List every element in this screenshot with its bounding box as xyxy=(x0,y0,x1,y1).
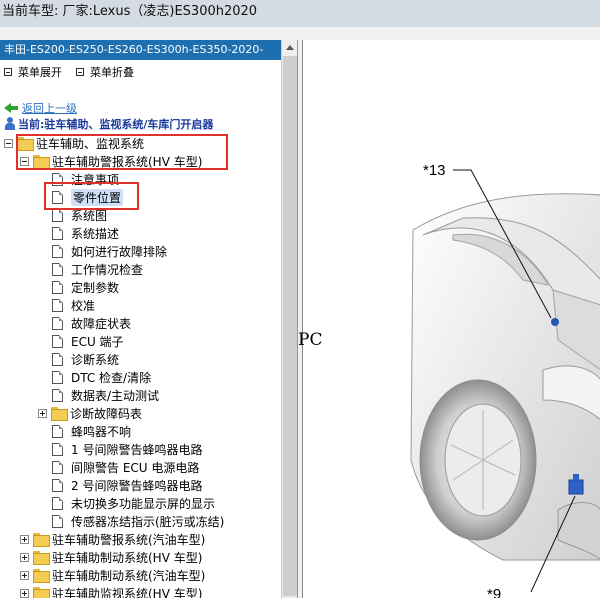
tree-item-label: 传感器冻结指示(脏污或冻结) xyxy=(71,514,225,529)
tree-item-label: 如何进行故障排除 xyxy=(71,244,168,259)
expand-plus-icon[interactable] xyxy=(38,408,47,418)
document-icon xyxy=(52,280,63,294)
document-icon xyxy=(52,478,63,492)
tree-item-label: 诊断系统 xyxy=(71,352,120,367)
menu-toolbar: 菜单展开 菜单折叠 xyxy=(0,60,281,84)
tree-item[interactable]: 如何进行故障排除 xyxy=(52,242,167,260)
tree-item-label: 驻车辅助监视系统(HV 车型) xyxy=(52,586,203,598)
tree-folder[interactable]: 驻车辅助制动系统(汽油车型) xyxy=(20,566,205,584)
document-icon xyxy=(52,298,63,312)
scroll-thumb[interactable] xyxy=(283,56,297,596)
tree-item-label: 驻车辅助警报系统(汽油车型) xyxy=(52,532,206,547)
current-path-label: 当前:驻车辅助、监视系统/车库门开启器 xyxy=(18,118,214,131)
page-fragment-text: PC xyxy=(298,330,323,350)
document-icon xyxy=(52,460,63,474)
tree-item[interactable]: 诊断系统 xyxy=(52,350,119,368)
tree-folder[interactable]: 诊断故障码表 xyxy=(38,404,142,422)
collapse-all-label: 菜单折叠 xyxy=(90,66,134,79)
callout-label: *9 xyxy=(487,586,502,598)
expand-plus-icon[interactable] xyxy=(20,534,29,544)
folder-icon xyxy=(33,569,50,583)
document-icon xyxy=(52,442,63,456)
tree-item[interactable]: ECU 端子 xyxy=(52,332,124,350)
expand-icon xyxy=(4,68,12,76)
tree-item[interactable]: 工作情况检查 xyxy=(52,260,143,278)
tree-item[interactable]: 1 号间隙警告蜂鸣器电路 xyxy=(52,440,202,458)
scroll-up-icon[interactable] xyxy=(282,40,297,56)
tree-item-label: 诊断故障码表 xyxy=(70,406,143,421)
callout-label: *13 xyxy=(423,162,446,179)
document-icon xyxy=(52,226,63,240)
document-icon xyxy=(52,388,63,402)
tree-item-label: 2 号间隙警告蜂鸣器电路 xyxy=(71,478,203,493)
tree-item-label: 驻车辅助制动系统(汽油车型) xyxy=(52,568,206,583)
tree-item-label: ECU 端子 xyxy=(71,334,124,349)
tree-item[interactable]: 间隙警告 ECU 电源电路 xyxy=(52,458,199,476)
tree-item-label: 校准 xyxy=(71,298,96,313)
collapse-icon xyxy=(76,68,84,76)
document-icon xyxy=(52,334,63,348)
collapse-all-button[interactable]: 菜单折叠 xyxy=(76,64,134,80)
expand-plus-icon[interactable] xyxy=(20,570,29,580)
sensor-marker xyxy=(551,318,559,326)
vehicle-diagram xyxy=(410,169,600,593)
tree-item[interactable]: 系统描述 xyxy=(52,224,119,242)
tree-item-label: 故障症状表 xyxy=(71,316,132,331)
tree-item-label: 未切换多功能显示屏的显示 xyxy=(71,496,216,511)
tree-item[interactable]: 数据表/主动测试 xyxy=(52,386,159,404)
back-link-label: 返回上一级 xyxy=(22,102,77,115)
sensor-marker xyxy=(568,479,584,495)
window-title: 当前车型: 厂家:Lexus（凌志)ES300h2020 xyxy=(0,0,600,27)
tree-item-label: 数据表/主动测试 xyxy=(71,388,160,403)
tree-item-label: 定制参数 xyxy=(71,280,120,295)
tree-item[interactable]: 2 号间隙警告蜂鸣器电路 xyxy=(52,476,202,494)
highlight-box xyxy=(44,182,139,210)
collapse-minus-icon[interactable] xyxy=(4,138,13,148)
vehicle-title: 丰田-ES200-ES250-ES260-ES300h-ES350-2020- xyxy=(0,40,281,60)
user-icon xyxy=(4,117,16,131)
tree-item-label: 间隙警告 ECU 电源电路 xyxy=(71,460,200,475)
expand-all-label: 菜单展开 xyxy=(18,66,62,79)
document-icon xyxy=(52,370,63,384)
document-icon xyxy=(52,244,63,258)
tree-item-label: 蜂鸣器不响 xyxy=(71,424,132,439)
expand-all-button[interactable]: 菜单展开 xyxy=(4,64,62,80)
tree-item-label: 1 号间隙警告蜂鸣器电路 xyxy=(71,442,203,457)
expand-plus-icon[interactable] xyxy=(20,588,29,598)
tree-item-label: 系统描述 xyxy=(71,226,120,241)
left-panel: 丰田-ES200-ES250-ES260-ES300h-ES350-2020- … xyxy=(0,40,298,598)
back-link[interactable]: 返回上一级 xyxy=(4,100,77,116)
document-icon xyxy=(52,496,63,510)
tree-item[interactable]: DTC 检查/清除 xyxy=(52,368,151,386)
document-icon xyxy=(52,262,63,276)
diagram-viewer[interactable]: *13 *9 xyxy=(302,40,600,598)
folder-icon xyxy=(51,407,68,421)
tree-item[interactable]: 故障症状表 xyxy=(52,314,131,332)
document-icon xyxy=(52,208,63,222)
document-icon xyxy=(52,316,63,330)
folder-icon xyxy=(33,587,50,598)
document-icon xyxy=(52,352,63,366)
back-arrow-icon xyxy=(4,103,18,113)
tree-folder[interactable]: 驻车辅助警报系统(汽油车型) xyxy=(20,530,205,548)
tree-item[interactable]: 传感器冻结指示(脏污或冻结) xyxy=(52,512,224,530)
toolbar-gap xyxy=(298,27,600,40)
tree-item[interactable]: 定制参数 xyxy=(52,278,119,296)
folder-icon xyxy=(33,551,50,565)
tree-item-label: DTC 检查/清除 xyxy=(71,370,152,385)
tree-item[interactable]: 未切换多功能显示屏的显示 xyxy=(52,494,215,512)
tree-folder[interactable]: 驻车辅助监视系统(HV 车型) xyxy=(20,584,202,598)
tree-item[interactable]: 蜂鸣器不响 xyxy=(52,422,131,440)
highlight-box xyxy=(16,134,228,170)
tree-item[interactable]: 校准 xyxy=(52,296,95,314)
tree-item-label: 工作情况检查 xyxy=(71,262,144,277)
document-icon xyxy=(52,514,63,528)
document-icon xyxy=(52,424,63,438)
tree-scrollbar[interactable] xyxy=(281,40,297,598)
tree-item-label: 驻车辅助制动系统(HV 车型) xyxy=(52,550,203,565)
expand-plus-icon[interactable] xyxy=(20,552,29,562)
folder-icon xyxy=(33,533,50,547)
tree-folder[interactable]: 驻车辅助制动系统(HV 车型) xyxy=(20,548,202,566)
current-path: 当前:驻车辅助、监视系统/车库门开启器 xyxy=(4,116,213,132)
